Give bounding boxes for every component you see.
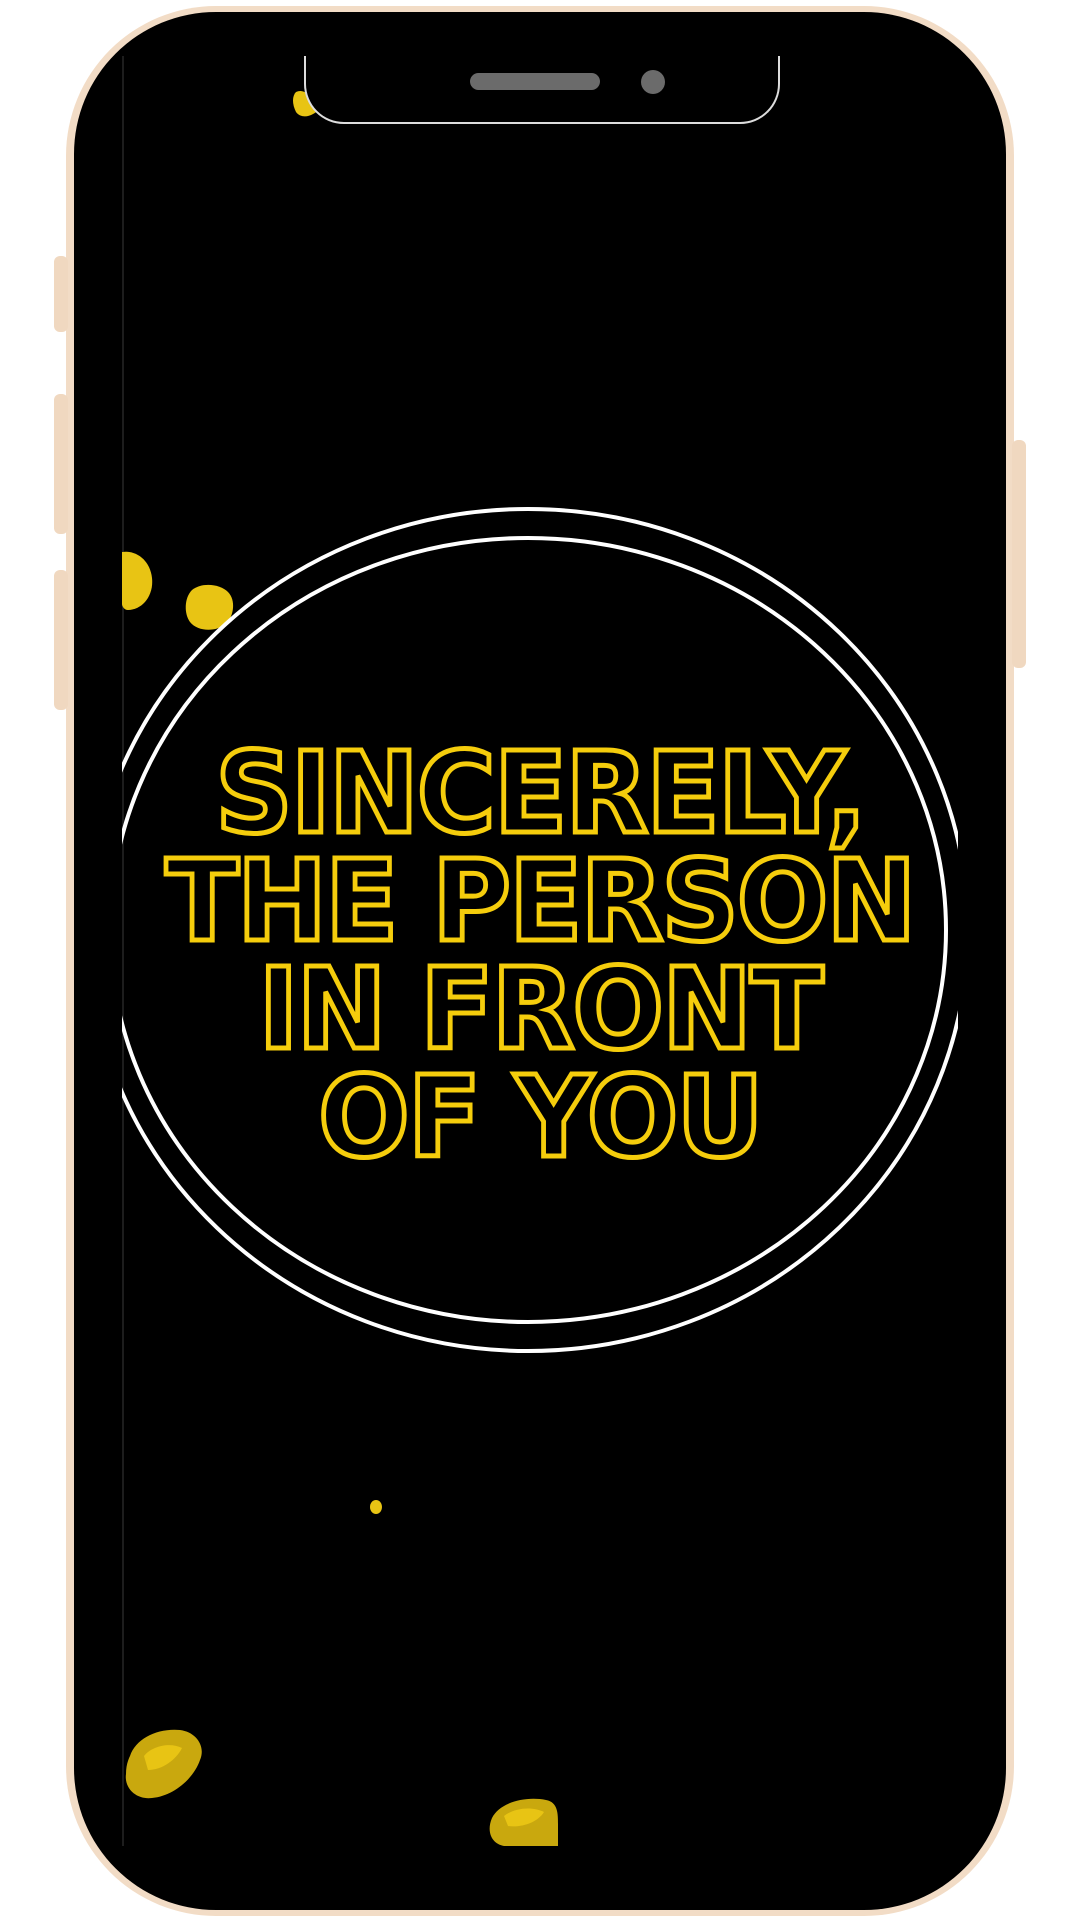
headline-line-4: OF YOU [316,1053,766,1183]
phone-volume-up-button [54,394,68,534]
paint-splatter-bottom-left [125,1729,202,1799]
screen-edge [122,56,124,1846]
paint-splatter-small [370,1500,382,1514]
speaker-grille-icon [470,73,600,90]
front-camera-icon [641,70,665,94]
paint-splatter-bottom-center [489,1798,558,1846]
headline-line-2: THE PERSON [163,837,919,967]
phone-notch [304,56,780,124]
headline-line-1: SINCERELY, [213,729,869,859]
phone-volume-down-button [54,570,68,710]
headline-line-3: IN FRONT [256,945,826,1075]
phone-mute-switch [54,256,68,332]
phone-power-button [1012,440,1026,668]
paint-splatter-left-1 [122,551,153,610]
story-headline: SINCERELY, THE PERSON IN FRONT OF YOU [139,729,942,1183]
paint-splatter-left-2 [185,584,234,630]
